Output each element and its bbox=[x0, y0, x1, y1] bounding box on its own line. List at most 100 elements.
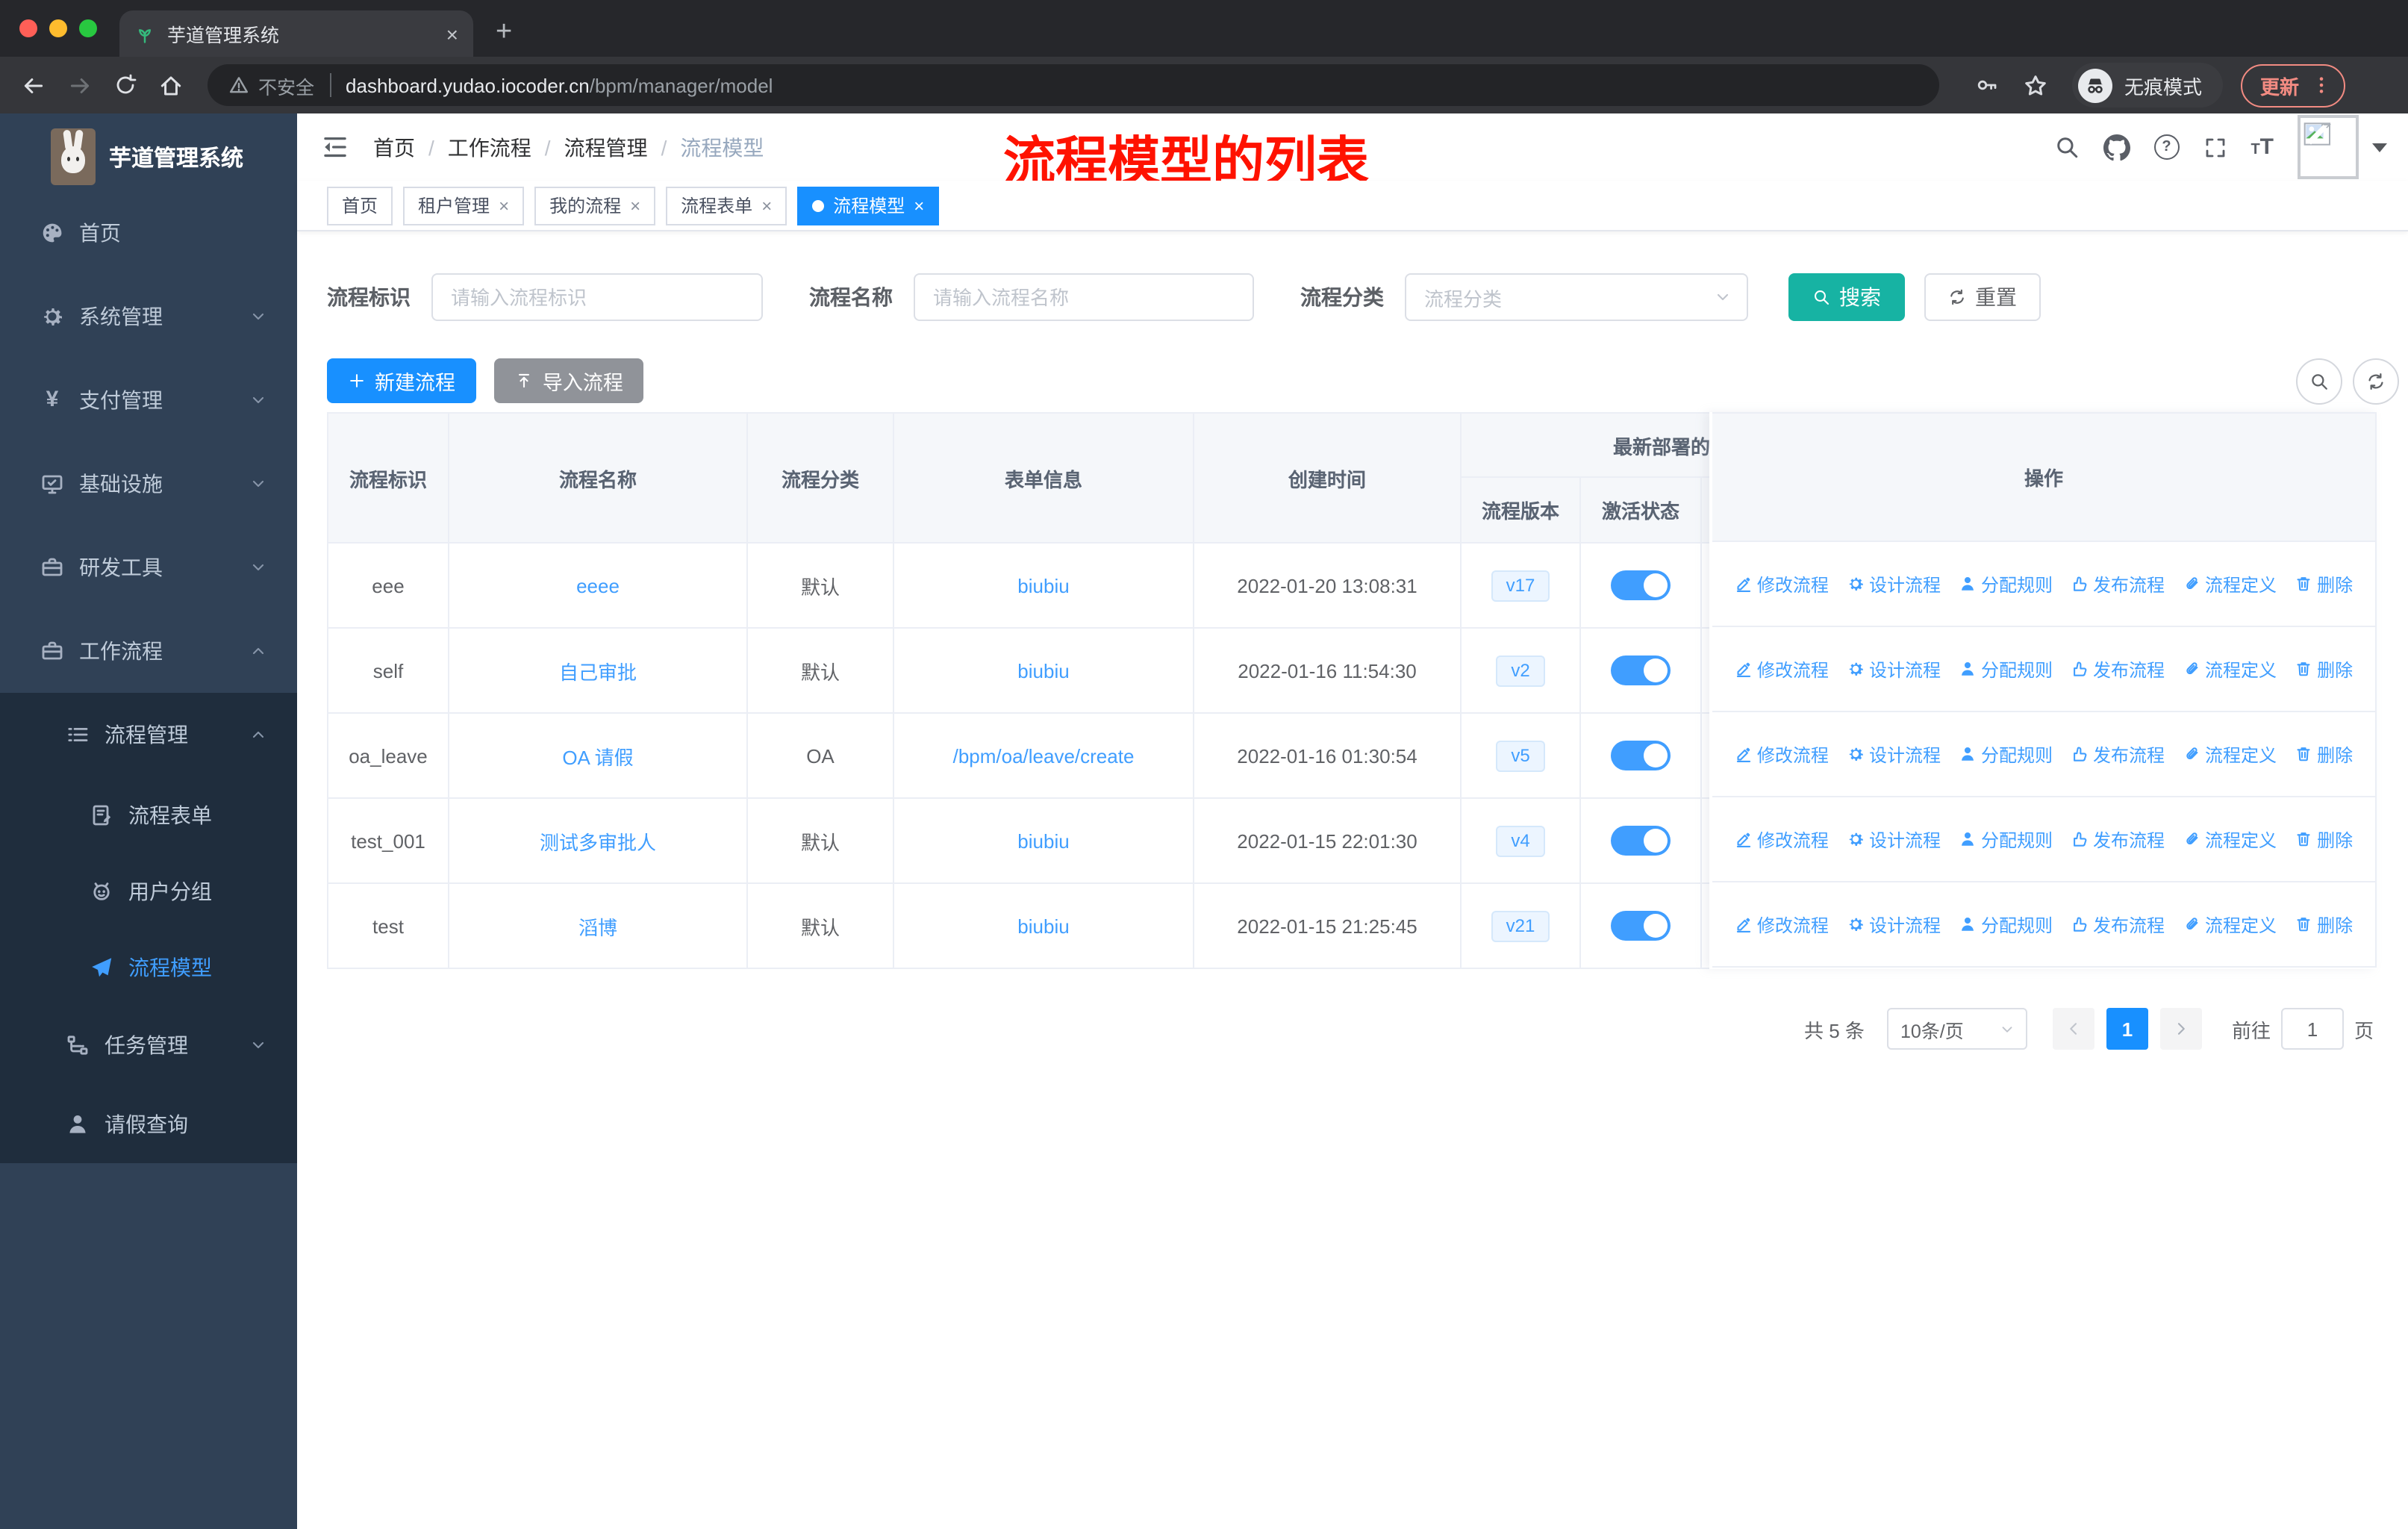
delete-link[interactable]: 删除 bbox=[2295, 826, 2353, 852]
tag-close-icon[interactable]: × bbox=[499, 195, 509, 216]
publish-process-link[interactable]: 发布流程 bbox=[2071, 656, 2165, 682]
version-badge[interactable]: v2 bbox=[1496, 655, 1545, 686]
version-badge[interactable]: v17 bbox=[1491, 570, 1550, 601]
design-process-link[interactable]: 设计流程 bbox=[1847, 656, 1941, 682]
breadcrumb-process-manage[interactable]: 流程管理 bbox=[564, 132, 648, 162]
reload-icon[interactable] bbox=[113, 73, 137, 97]
form-info-link[interactable]: biubiu bbox=[894, 629, 1194, 714]
process-definition-link[interactable]: 流程定义 bbox=[2183, 741, 2277, 767]
new-tab-button[interactable]: + bbox=[496, 10, 512, 55]
next-page-button[interactable] bbox=[2159, 1008, 2202, 1050]
edit-process-link[interactable]: 修改流程 bbox=[1735, 571, 1829, 597]
sidebar-item-home[interactable]: 首页 bbox=[0, 191, 297, 275]
search-icon[interactable] bbox=[2053, 134, 2079, 160]
process-category-select[interactable]: 流程分类 bbox=[1405, 273, 1748, 321]
tag-close-icon[interactable]: × bbox=[630, 195, 640, 216]
sidebar-item-task-manage[interactable]: 任务管理 bbox=[0, 1005, 297, 1084]
delete-link[interactable]: 删除 bbox=[2295, 571, 2353, 597]
process-definition-link[interactable]: 流程定义 bbox=[2183, 912, 2277, 937]
create-process-button[interactable]: 新建流程 bbox=[327, 358, 476, 403]
import-process-button[interactable]: 导入流程 bbox=[494, 358, 644, 403]
page-number-active[interactable]: 1 bbox=[2106, 1008, 2148, 1050]
password-key-icon[interactable] bbox=[1975, 73, 1999, 97]
update-button[interactable]: 更新 bbox=[2241, 63, 2346, 107]
sidebar-item-system[interactable]: 系统管理 bbox=[0, 275, 297, 358]
active-toggle[interactable] bbox=[1611, 826, 1671, 856]
process-name-link[interactable]: 测试多审批人 bbox=[449, 799, 748, 884]
edit-process-link[interactable]: 修改流程 bbox=[1735, 741, 1829, 767]
sidebar-item-infra[interactable]: 基础设施 bbox=[0, 442, 297, 526]
tag-process-form[interactable]: 流程表单 × bbox=[666, 186, 787, 225]
sidebar-fold-icon[interactable] bbox=[321, 133, 349, 161]
assign-rule-link[interactable]: 分配规则 bbox=[1959, 912, 2053, 937]
publish-process-link[interactable]: 发布流程 bbox=[2071, 741, 2165, 767]
process-definition-link[interactable]: 流程定义 bbox=[2183, 826, 2277, 852]
font-size-icon[interactable]: TT bbox=[2251, 134, 2274, 161]
bookmark-star-icon[interactable] bbox=[2023, 72, 2048, 98]
show-search-button[interactable] bbox=[2296, 358, 2342, 405]
breadcrumb-workflow[interactable]: 工作流程 bbox=[448, 132, 531, 162]
security-label[interactable]: 不安全 bbox=[258, 71, 314, 99]
reset-button[interactable]: 重置 bbox=[1924, 273, 2041, 321]
process-name-link[interactable]: eeee bbox=[449, 544, 748, 629]
sidebar-item-process-manage[interactable]: 流程管理 bbox=[0, 693, 297, 776]
form-info-link[interactable]: biubiu bbox=[894, 544, 1194, 629]
process-name-link[interactable]: OA 请假 bbox=[449, 714, 748, 799]
version-badge[interactable]: v4 bbox=[1496, 825, 1545, 856]
avatar-dropdown-caret[interactable] bbox=[2372, 143, 2387, 152]
breadcrumb-home[interactable]: 首页 bbox=[373, 132, 415, 162]
search-button[interactable]: 搜索 bbox=[1788, 273, 1905, 321]
edit-process-link[interactable]: 修改流程 bbox=[1735, 912, 1829, 937]
edit-process-link[interactable]: 修改流程 bbox=[1735, 656, 1829, 682]
assign-rule-link[interactable]: 分配规则 bbox=[1959, 741, 2053, 767]
tab-close-icon[interactable]: × bbox=[446, 22, 458, 46]
design-process-link[interactable]: 设计流程 bbox=[1847, 912, 1941, 937]
sidebar-item-user-group[interactable]: 用户分组 bbox=[0, 853, 297, 929]
refresh-table-button[interactable] bbox=[2353, 358, 2399, 405]
active-toggle[interactable] bbox=[1611, 570, 1671, 600]
assign-rule-link[interactable]: 分配规则 bbox=[1959, 656, 2053, 682]
help-icon[interactable]: ? bbox=[2153, 134, 2180, 160]
goto-page-input[interactable] bbox=[2280, 1008, 2344, 1050]
form-info-link[interactable]: biubiu bbox=[894, 884, 1194, 969]
process-key-input[interactable] bbox=[431, 273, 763, 321]
sidebar-header[interactable]: 芋道管理系统 bbox=[0, 122, 297, 191]
back-icon[interactable] bbox=[21, 72, 46, 98]
process-definition-link[interactable]: 流程定义 bbox=[2183, 571, 2277, 597]
github-icon[interactable] bbox=[2103, 134, 2130, 161]
version-badge[interactable]: v5 bbox=[1496, 740, 1545, 771]
fullscreen-icon[interactable] bbox=[2203, 135, 2227, 159]
edit-process-link[interactable]: 修改流程 bbox=[1735, 826, 1829, 852]
active-toggle[interactable] bbox=[1611, 655, 1671, 685]
design-process-link[interactable]: 设计流程 bbox=[1847, 741, 1941, 767]
home-icon[interactable] bbox=[158, 72, 184, 98]
active-toggle[interactable] bbox=[1611, 911, 1671, 941]
window-close-button[interactable] bbox=[19, 19, 37, 37]
prev-page-button[interactable] bbox=[2052, 1008, 2094, 1050]
tag-process-model[interactable]: 流程模型 × bbox=[797, 186, 940, 225]
publish-process-link[interactable]: 发布流程 bbox=[2071, 912, 2165, 937]
forward-icon[interactable] bbox=[67, 72, 93, 98]
design-process-link[interactable]: 设计流程 bbox=[1847, 571, 1941, 597]
design-process-link[interactable]: 设计流程 bbox=[1847, 826, 1941, 852]
publish-process-link[interactable]: 发布流程 bbox=[2071, 571, 2165, 597]
sidebar-item-process-model[interactable]: 流程模型 bbox=[0, 929, 297, 1005]
tag-close-icon[interactable]: × bbox=[761, 195, 772, 216]
process-name-link[interactable]: 滔博 bbox=[449, 884, 748, 969]
form-info-link[interactable]: /bpm/oa/leave/create bbox=[894, 714, 1194, 799]
user-avatar[interactable] bbox=[2298, 115, 2359, 179]
tag-my-process[interactable]: 我的流程 × bbox=[534, 186, 656, 225]
form-info-link[interactable]: biubiu bbox=[894, 799, 1194, 884]
publish-process-link[interactable]: 发布流程 bbox=[2071, 826, 2165, 852]
tag-home[interactable]: 首页 bbox=[327, 186, 393, 225]
window-zoom-button[interactable] bbox=[79, 19, 97, 37]
process-name-input[interactable] bbox=[914, 273, 1254, 321]
version-badge[interactable]: v21 bbox=[1491, 910, 1550, 941]
sidebar-item-pay[interactable]: ¥ 支付管理 bbox=[0, 358, 297, 442]
assign-rule-link[interactable]: 分配规则 bbox=[1959, 826, 2053, 852]
browser-tab[interactable]: 芋道管理系统 × bbox=[119, 10, 473, 57]
delete-link[interactable]: 删除 bbox=[2295, 912, 2353, 937]
process-definition-link[interactable]: 流程定义 bbox=[2183, 656, 2277, 682]
tag-tenant[interactable]: 租户管理 × bbox=[403, 186, 525, 225]
process-name-link[interactable]: 自己审批 bbox=[449, 629, 748, 714]
